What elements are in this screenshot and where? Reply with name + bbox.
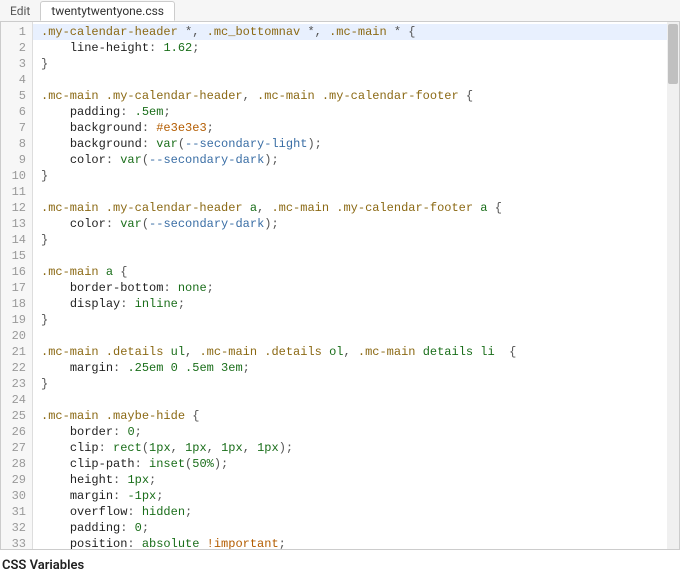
line-number: 5 [1,88,32,104]
code-line[interactable]: .mc-main .maybe-hide { [41,408,667,424]
edit-menu[interactable]: Edit [0,2,40,20]
line-number: 8 [1,136,32,152]
tab-bar: Edit twentytwentyone.css [0,0,680,22]
code-line[interactable] [41,248,667,264]
code-line[interactable]: } [41,232,667,248]
line-number: 32 [1,520,32,536]
code-line[interactable]: .mc-main a { [41,264,667,280]
line-number: 1 [1,24,32,40]
code-line[interactable] [41,72,667,88]
line-number: 23 [1,376,32,392]
code-line[interactable]: margin: .25em 0 .5em 3em; [41,360,667,376]
line-number-gutter: 1234567891011121314151617181920212223242… [1,22,33,549]
line-number: 24 [1,392,32,408]
code-line[interactable]: } [41,168,667,184]
line-number: 17 [1,280,32,296]
code-line[interactable]: border: 0; [41,424,667,440]
line-number: 25 [1,408,32,424]
line-number: 2 [1,40,32,56]
code-line[interactable]: overflow: hidden; [41,504,667,520]
line-number: 19 [1,312,32,328]
code-line[interactable]: color: var(--secondary-dark); [41,216,667,232]
line-number: 16 [1,264,32,280]
code-line[interactable]: height: 1px; [41,472,667,488]
code-line[interactable]: .mc-main .my-calendar-header, .mc-main .… [41,88,667,104]
tab-file[interactable]: twentytwentyone.css [40,1,175,21]
line-number: 15 [1,248,32,264]
line-number: 18 [1,296,32,312]
line-number: 9 [1,152,32,168]
code-line[interactable]: } [41,312,667,328]
code-line[interactable]: .mc-main .my-calendar-header a, .mc-main… [41,200,667,216]
code-line[interactable] [41,184,667,200]
code-line[interactable]: background: var(--secondary-light); [41,136,667,152]
line-number: 27 [1,440,32,456]
line-number: 33 [1,536,32,550]
line-number: 28 [1,456,32,472]
scroll-thumb[interactable] [668,24,678,84]
code-line[interactable]: clip: rect(1px, 1px, 1px, 1px); [41,440,667,456]
line-number: 26 [1,424,32,440]
line-number: 10 [1,168,32,184]
code-line[interactable]: line-height: 1.62; [41,40,667,56]
scrollbar-vertical[interactable] [667,22,679,549]
line-number: 7 [1,120,32,136]
line-number: 14 [1,232,32,248]
code-line[interactable]: padding: 0; [41,520,667,536]
code-line[interactable]: background: #e3e3e3; [41,120,667,136]
code-line[interactable]: padding: .5em; [41,104,667,120]
line-number: 3 [1,56,32,72]
line-number: 11 [1,184,32,200]
line-number: 29 [1,472,32,488]
code-line[interactable]: margin: -1px; [41,488,667,504]
line-number: 13 [1,216,32,232]
code-line[interactable] [41,392,667,408]
code-line[interactable]: display: inline; [41,296,667,312]
code-editor[interactable]: 1234567891011121314151617181920212223242… [0,22,680,550]
code-line[interactable]: border-bottom: none; [41,280,667,296]
code-area[interactable]: .my-calendar-header *, .mc_bottomnav *, … [33,22,667,549]
code-line[interactable]: color: var(--secondary-dark); [41,152,667,168]
line-number: 22 [1,360,32,376]
code-line[interactable]: } [41,376,667,392]
line-number: 4 [1,72,32,88]
code-line[interactable]: position: absolute !important; [41,536,667,549]
code-line[interactable]: .mc-main .details ul, .mc-main .details … [41,344,667,360]
code-line[interactable] [41,328,667,344]
line-number: 12 [1,200,32,216]
line-number: 31 [1,504,32,520]
line-number: 30 [1,488,32,504]
code-line[interactable]: .my-calendar-header *, .mc_bottomnav *, … [33,24,667,40]
line-number: 6 [1,104,32,120]
line-number: 20 [1,328,32,344]
code-line[interactable]: } [41,56,667,72]
line-number: 21 [1,344,32,360]
section-heading-css-variables: CSS Variables [0,550,680,581]
code-line[interactable]: clip-path: inset(50%); [41,456,667,472]
